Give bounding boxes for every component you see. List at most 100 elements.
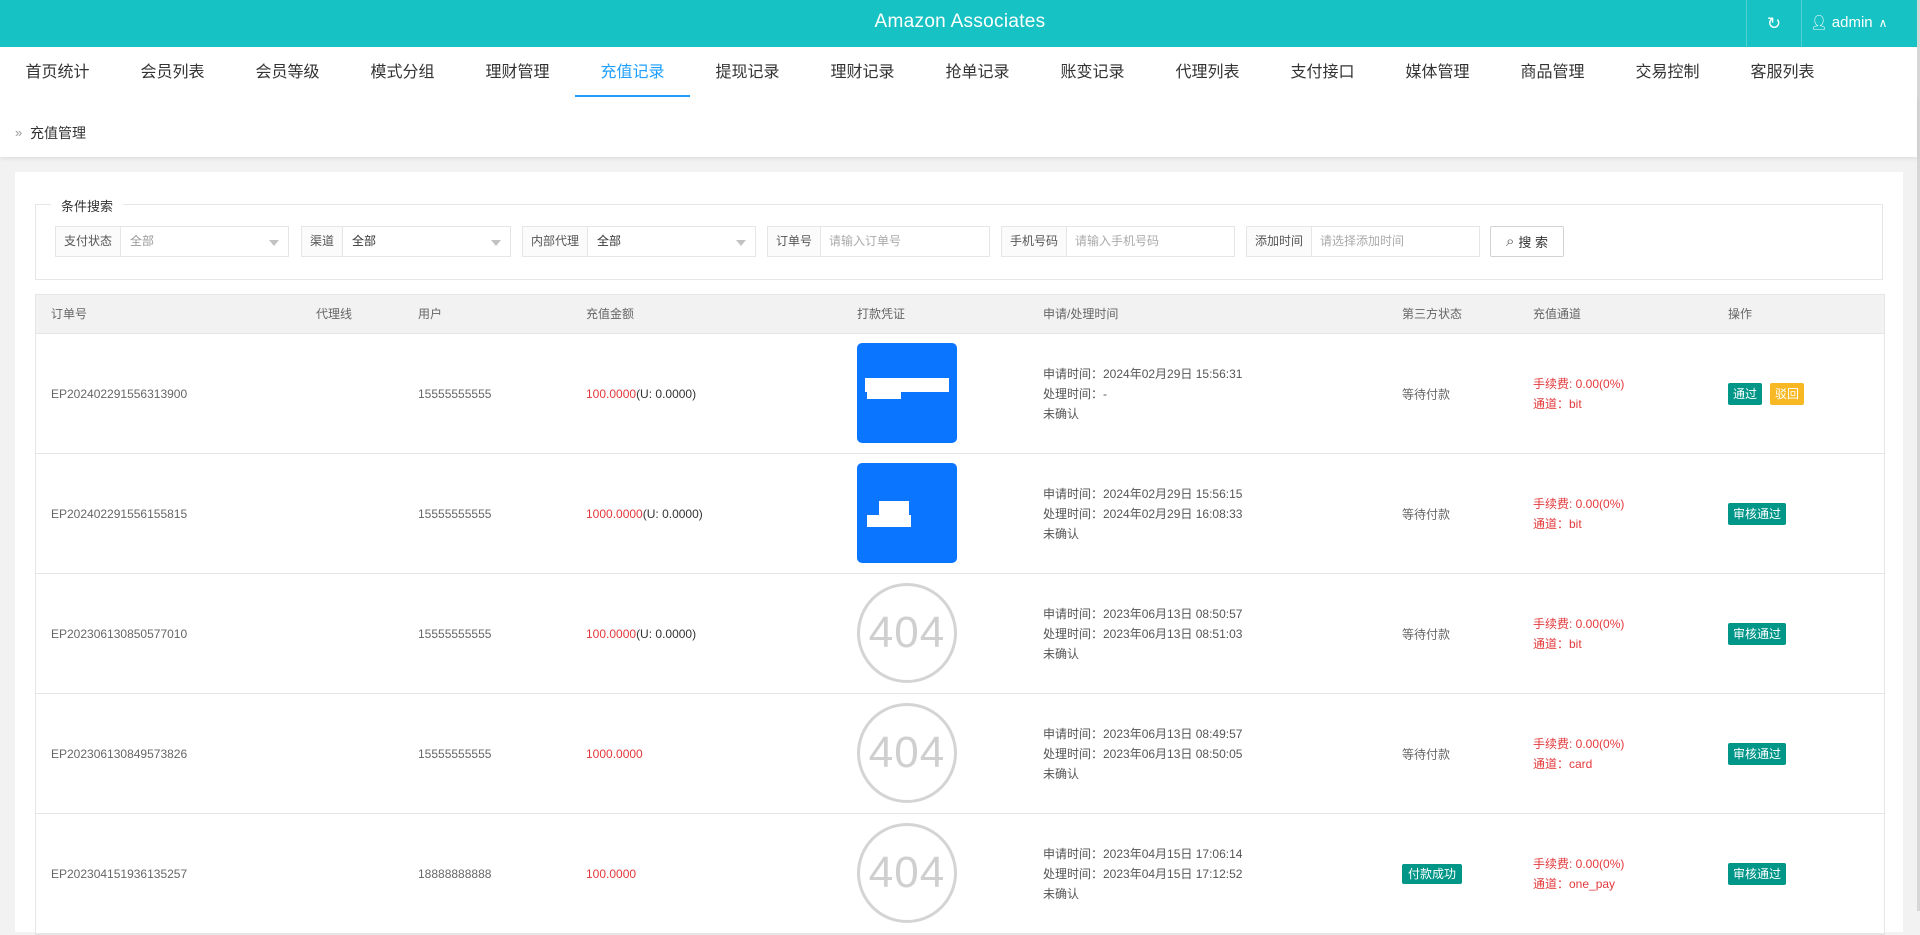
- voucher-missing-404: 404: [857, 583, 957, 683]
- channel-text: 通道：bit: [1533, 636, 1582, 651]
- apply-process-time: 申请时间：2024年02月29日 15:56:31 处理时间：- 未确认: [1043, 364, 1242, 424]
- top-nav: 首页统计 会员列表 会员等级 模式分组 理财管理 充值记录 提现记录 理财记录 抢单记录 账变记录…: [0, 47, 1917, 97]
- status-badge: 付款成功: [1402, 863, 1463, 884]
- approve-button[interactable]: 通过: [1728, 382, 1763, 405]
- caret-down-icon: [491, 240, 501, 246]
- amount-value: 100.0000: [586, 626, 637, 641]
- user-icon: 👤︎: [1810, 14, 1828, 30]
- time-field[interactable]: 添加时间: [1246, 226, 1484, 257]
- status-text: 等待付款: [1402, 627, 1451, 641]
- fee-text: 手续费: 0.00(0%): [1533, 736, 1625, 751]
- row-actions: 通过 驳回: [1728, 382, 1805, 405]
- app-title: Amazon Associates: [874, 11, 1046, 32]
- column-header: 申请/处理时间: [1043, 307, 1119, 321]
- usdt-value: (U: 0.0000): [642, 506, 703, 521]
- recharge-channel: 手续费: 0.00(0%) 通道：card: [1533, 734, 1624, 774]
- nav-item[interactable]: 客服列表: [1725, 47, 1840, 93]
- recharge-channel: 手续费: 0.00(0%) 通道：bit: [1533, 614, 1624, 654]
- recharge-table: 订单号 代理线 用户 充值金额 打款凭证 申请/处理时间 第三方状态 充值通道 操作 EP202…: [35, 294, 1885, 935]
- apply-time: 申请时间：2023年04月15日 17:06:14: [1043, 846, 1243, 861]
- agent-select[interactable]: 内部代理 全部: [522, 226, 756, 257]
- chevron-up-icon: ∧: [1878, 16, 1888, 30]
- nav-item[interactable]: 交易控制: [1610, 47, 1725, 93]
- status-text: 等待付款: [1402, 387, 1451, 401]
- apply-time: 申请时间：2023年06月13日 08:50:57: [1043, 606, 1243, 621]
- recharge-amount: 1000.0000(U: 0.0000): [586, 507, 703, 521]
- nav-item[interactable]: 商品管理: [1495, 47, 1610, 93]
- apply-time: 申请时间：2024年02月29日 15:56:15: [1043, 486, 1243, 501]
- nav-item[interactable]: 充值记录: [575, 47, 690, 97]
- nav-item[interactable]: 首页统计: [0, 47, 115, 93]
- row-actions: 审核通过: [1728, 622, 1787, 645]
- process-time: 处理时间：2023年04月15日 17:12:52: [1043, 866, 1243, 881]
- usdt-value: (U: 0.0000): [636, 386, 697, 401]
- payment-voucher-image[interactable]: [857, 463, 957, 563]
- apply-process-time: 申请时间：2024年02月29日 15:56:15 处理时间：2024年02月29…: [1043, 484, 1242, 544]
- fee-text: 手续费: 0.00(0%): [1533, 856, 1625, 871]
- third-party-status: 等待付款: [1402, 505, 1450, 522]
- amount-value: 100.0000: [586, 386, 637, 401]
- reject-button[interactable]: 驳回: [1770, 382, 1805, 405]
- phone-field[interactable]: 手机号码: [1001, 226, 1239, 257]
- agent-value[interactable]: 全部: [588, 227, 755, 256]
- caret-down-icon: [269, 240, 279, 246]
- nav-item[interactable]: 理财记录: [805, 47, 920, 93]
- user-phone: 15555555555: [418, 506, 492, 521]
- nav-item[interactable]: 理财管理: [460, 47, 575, 93]
- agent-text: 全部: [597, 234, 622, 248]
- nav-item[interactable]: 账变记录: [1035, 47, 1150, 93]
- main-panel: 条件搜索 支付状态 全部 渠道 全部 内部代理 全部 订单号 手机号码 添加时间…: [15, 172, 1903, 935]
- apply-time: 申请时间：2023年06月13日 08:49:57: [1043, 726, 1243, 741]
- process-time: 处理时间：2023年06月13日 08:51:03: [1043, 626, 1243, 641]
- column-header: 订单号: [51, 307, 88, 321]
- audit-approve-button[interactable]: 审核通过: [1728, 622, 1787, 645]
- channel-select[interactable]: 渠道 全部: [301, 226, 511, 257]
- user-menu[interactable]: 👤︎ admin ∧: [1810, 0, 1887, 47]
- user-phone: 15555555555: [418, 386, 492, 401]
- voucher-missing-404: 404: [857, 703, 957, 803]
- pay-status-value[interactable]: 全部: [121, 227, 288, 256]
- row-actions: 审核通过: [1728, 502, 1787, 525]
- not-found-text: 404: [868, 848, 946, 897]
- nav-item[interactable]: 提现记录: [690, 47, 805, 93]
- phone-input[interactable]: [1067, 227, 1239, 254]
- column-header: 第三方状态: [1402, 307, 1463, 321]
- payment-voucher-image[interactable]: [857, 343, 957, 443]
- audit-approve-button[interactable]: 审核通过: [1728, 742, 1787, 765]
- confirm-status: 未确认: [1043, 526, 1080, 541]
- recharge-channel: 手续费: 0.00(0%) 通道：bit: [1533, 374, 1624, 414]
- time-input[interactable]: [1312, 227, 1484, 254]
- top-header: Amazon Associates ↻ 👤︎ admin ∧: [0, 0, 1920, 47]
- row-actions: 审核通过: [1728, 862, 1787, 885]
- nav-item[interactable]: 支付接口: [1265, 47, 1380, 93]
- nav-item[interactable]: 会员等级: [230, 47, 345, 93]
- amount-value: 1000.0000: [586, 506, 643, 521]
- order-number: EP202306130849573826: [51, 746, 188, 761]
- not-found-text: 404: [868, 728, 946, 777]
- nav-item[interactable]: 媒体管理: [1380, 47, 1495, 93]
- amount-value: 1000.0000: [586, 746, 643, 761]
- refresh-icon: ↻: [1766, 13, 1782, 33]
- channel-text: 通道：card: [1533, 756, 1593, 771]
- search-button[interactable]: ⌕ 搜 索: [1490, 226, 1564, 257]
- table-header: 订单号 代理线 用户 充值金额 打款凭证 申请/处理时间 第三方状态 充值通道 操作: [36, 295, 1884, 334]
- recharge-amount: 100.0000(U: 0.0000): [586, 627, 696, 641]
- table-row: EP202306130849573826 15555555555 1000.0000…: [36, 694, 1884, 814]
- time-label: 添加时间: [1247, 227, 1313, 256]
- audit-approve-button[interactable]: 审核通过: [1728, 862, 1787, 885]
- user-phone: 18888888888: [418, 866, 492, 881]
- order-input[interactable]: [821, 227, 993, 254]
- table-row: EP202304151936135257 18888888888 100.0000 4…: [36, 814, 1884, 934]
- recharge-amount: 1000.0000: [586, 747, 643, 761]
- audit-approve-button[interactable]: 审核通过: [1728, 502, 1787, 525]
- nav-item[interactable]: 会员列表: [115, 47, 230, 93]
- pay-status-select[interactable]: 支付状态 全部: [55, 226, 289, 257]
- nav-item[interactable]: 抢单记录: [920, 47, 1035, 93]
- nav-item[interactable]: 代理列表: [1150, 47, 1265, 93]
- channel-value[interactable]: 全部: [343, 227, 510, 256]
- nav-item[interactable]: 模式分组: [345, 47, 460, 93]
- refresh-button[interactable]: ↻: [1746, 0, 1802, 47]
- order-field[interactable]: 订单号: [767, 226, 993, 257]
- third-party-status: 付款成功: [1402, 863, 1463, 884]
- not-found-text: 404: [868, 608, 946, 657]
